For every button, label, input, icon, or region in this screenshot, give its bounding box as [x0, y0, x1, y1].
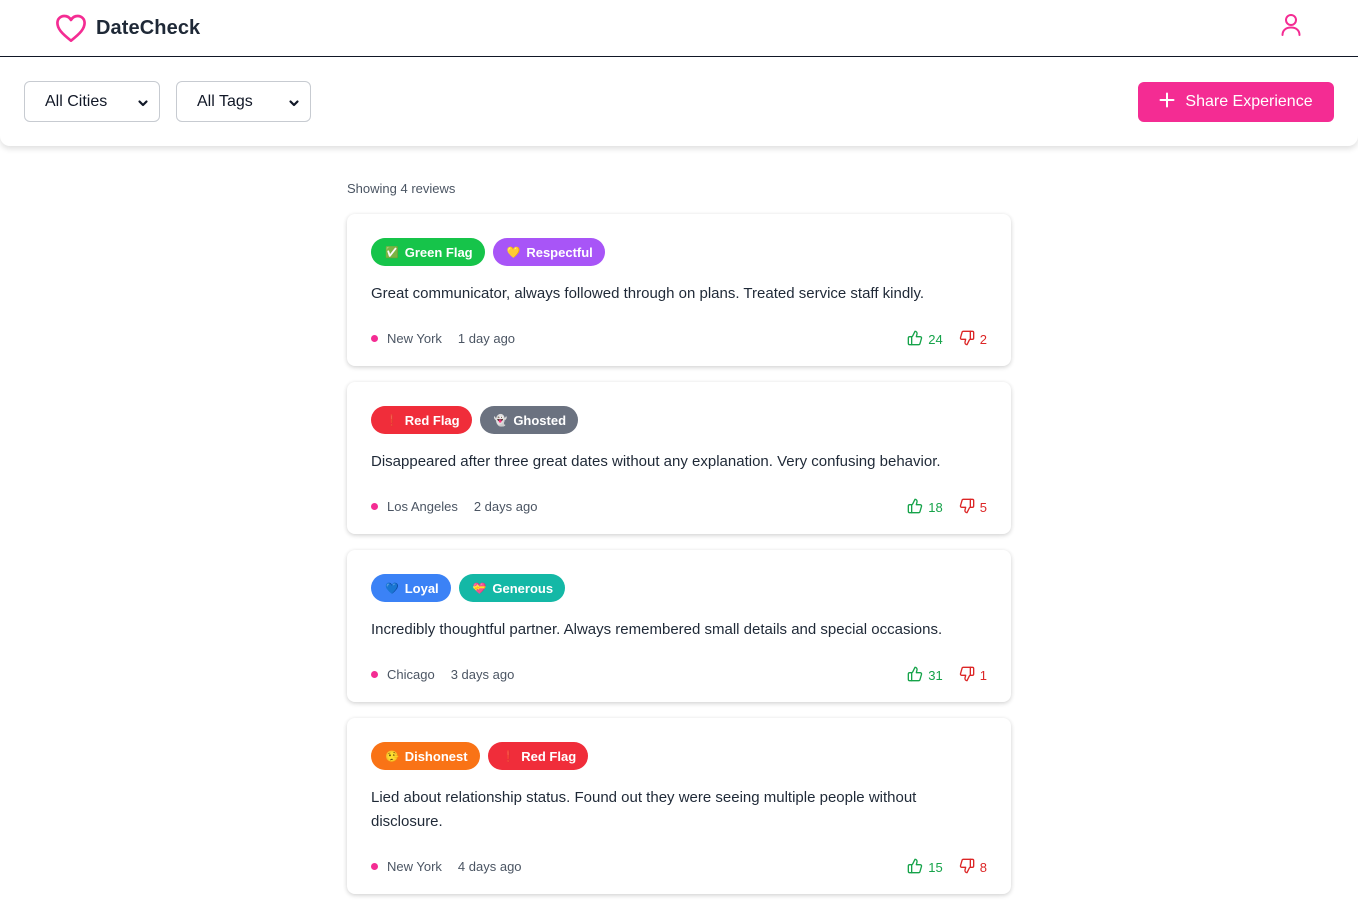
review-meta: New York 1 day ago: [371, 331, 515, 346]
tag-label: Green Flag: [404, 244, 473, 260]
plus-icon: [1159, 92, 1175, 113]
review-text: Great communicator, always followed thro…: [371, 285, 925, 302]
chevron-down-icon: [137, 96, 149, 114]
review-meta: New York 4 days ago: [371, 859, 522, 874]
tag-label: Red Flag: [521, 748, 577, 764]
location-dot-icon: [371, 335, 378, 342]
location-dot-icon: [371, 671, 378, 678]
review-card: 💙 Loyal 💝 Generous Incredibly thoughtful pa…: [347, 550, 1011, 702]
tag-label: Loyal: [404, 580, 439, 596]
thumbs-up-icon: [907, 666, 923, 685]
upvote-button[interactable]: 18: [907, 498, 943, 517]
filter-bar: All Cities All Tags Share Experience: [0, 57, 1358, 146]
review-text: Disappeared after three great dates with…: [371, 453, 941, 470]
chevron-down-icon: [288, 96, 300, 114]
downvote-button[interactable]: 5: [959, 498, 987, 517]
review-tags: ❗ Red Flag 👻 Ghosted: [371, 406, 579, 434]
review-text: Lied about relationship status. Found ou…: [371, 789, 917, 830]
app-name: DateCheck: [96, 16, 201, 39]
review-time: 1 day ago: [457, 331, 516, 346]
review-votes: 31 1: [907, 666, 987, 685]
tag-emoji-icon: 💙: [385, 582, 399, 595]
upvote-button[interactable]: 15: [907, 858, 943, 877]
tag-label: Dishonest: [404, 748, 468, 764]
review-tag[interactable]: ❗ Red Flag: [487, 742, 589, 770]
heart-icon: [55, 13, 87, 43]
review-meta: Los Angeles 2 days ago: [371, 499, 537, 514]
city-filter-value: All Cities: [45, 92, 108, 110]
downvote-count: 8: [979, 860, 987, 875]
review-tags: 🤥 Dishonest ❗ Red Flag: [371, 742, 589, 770]
review-city: Chicago: [387, 667, 435, 682]
review-tag[interactable]: 💝 Generous: [458, 574, 566, 602]
review-city: New York: [387, 331, 442, 346]
review-votes: 24 2: [907, 330, 987, 349]
review-time: 4 days ago: [457, 859, 522, 874]
tag-emoji-icon: 💝: [472, 582, 487, 595]
share-experience-label: Share Experience: [1185, 93, 1313, 110]
review-city: Los Angeles: [387, 499, 458, 514]
location-dot-icon: [371, 863, 378, 870]
tag-label: Respectful: [526, 244, 593, 260]
share-experience-button[interactable]: Share Experience: [1138, 82, 1334, 122]
tag-emoji-icon: ❗: [501, 750, 516, 763]
downvote-count: 5: [979, 500, 987, 515]
tag-emoji-icon: 💛: [506, 246, 521, 259]
review-tag[interactable]: ✅ Green Flag: [371, 238, 485, 266]
thumbs-down-icon: [959, 666, 975, 685]
review-tag[interactable]: 💙 Loyal: [371, 574, 451, 602]
upvote-button[interactable]: 31: [907, 666, 943, 685]
tag-emoji-icon: ✅: [385, 246, 399, 259]
downvote-count: 2: [979, 332, 987, 347]
thumbs-up-icon: [907, 330, 923, 349]
tag-filter-value: All Tags: [197, 92, 253, 110]
upvote-button[interactable]: 24: [907, 330, 943, 349]
app-logo[interactable]: DateCheck: [55, 13, 200, 43]
tag-emoji-icon: 👻: [493, 414, 508, 427]
user-profile-button[interactable]: [1279, 12, 1303, 38]
thumbs-up-icon: [907, 858, 923, 877]
review-tag[interactable]: 🤥 Dishonest: [371, 742, 480, 770]
tag-label: Ghosted: [513, 412, 567, 428]
upvote-count: 18: [928, 500, 943, 515]
thumbs-up-icon: [907, 498, 923, 517]
review-meta: Chicago 3 days ago: [371, 667, 514, 682]
city-filter-select[interactable]: All Cities: [24, 81, 160, 122]
review-votes: 15 8: [907, 858, 987, 877]
upvote-count: 31: [928, 668, 943, 683]
review-tags: 💙 Loyal 💝 Generous: [371, 574, 566, 602]
review-time: 2 days ago: [473, 499, 538, 514]
review-count: Showing 4 reviews: [347, 181, 456, 196]
review-city: New York: [387, 859, 442, 874]
downvote-button[interactable]: 8: [959, 858, 987, 877]
thumbs-down-icon: [959, 858, 975, 877]
review-card: ❗ Red Flag 👻 Ghosted Disappeared after thre…: [347, 382, 1011, 534]
review-card: ✅ Green Flag 💛 Respectful Great communicato…: [347, 214, 1011, 366]
review-card: 🤥 Dishonest ❗ Red Flag Lied about relations…: [347, 718, 1011, 894]
tag-label: Red Flag: [404, 412, 460, 428]
tag-label: Generous: [492, 580, 554, 596]
review-tag[interactable]: ❗ Red Flag: [371, 406, 472, 434]
review-text: Incredibly thoughtful partner. Always re…: [371, 621, 943, 638]
review-tag[interactable]: 💛 Respectful: [492, 238, 605, 266]
review-time: 3 days ago: [450, 667, 515, 682]
location-dot-icon: [371, 503, 378, 510]
thumbs-down-icon: [959, 330, 975, 349]
tag-filter-select[interactable]: All Tags: [176, 81, 311, 122]
review-votes: 18 5: [907, 498, 987, 517]
tag-emoji-icon: 🤥: [385, 750, 399, 763]
review-tag[interactable]: 👻 Ghosted: [479, 406, 579, 434]
tag-emoji-icon: ❗: [385, 414, 399, 427]
upvote-count: 24: [928, 332, 943, 347]
thumbs-down-icon: [959, 498, 975, 517]
downvote-button[interactable]: 1: [959, 666, 987, 685]
downvote-count: 1: [979, 668, 987, 683]
downvote-button[interactable]: 2: [959, 330, 987, 349]
upvote-count: 15: [928, 860, 943, 875]
review-tags: ✅ Green Flag 💛 Respectful: [371, 238, 605, 266]
user-icon: [1279, 14, 1303, 42]
top-navbar: DateCheck: [0, 0, 1358, 57]
